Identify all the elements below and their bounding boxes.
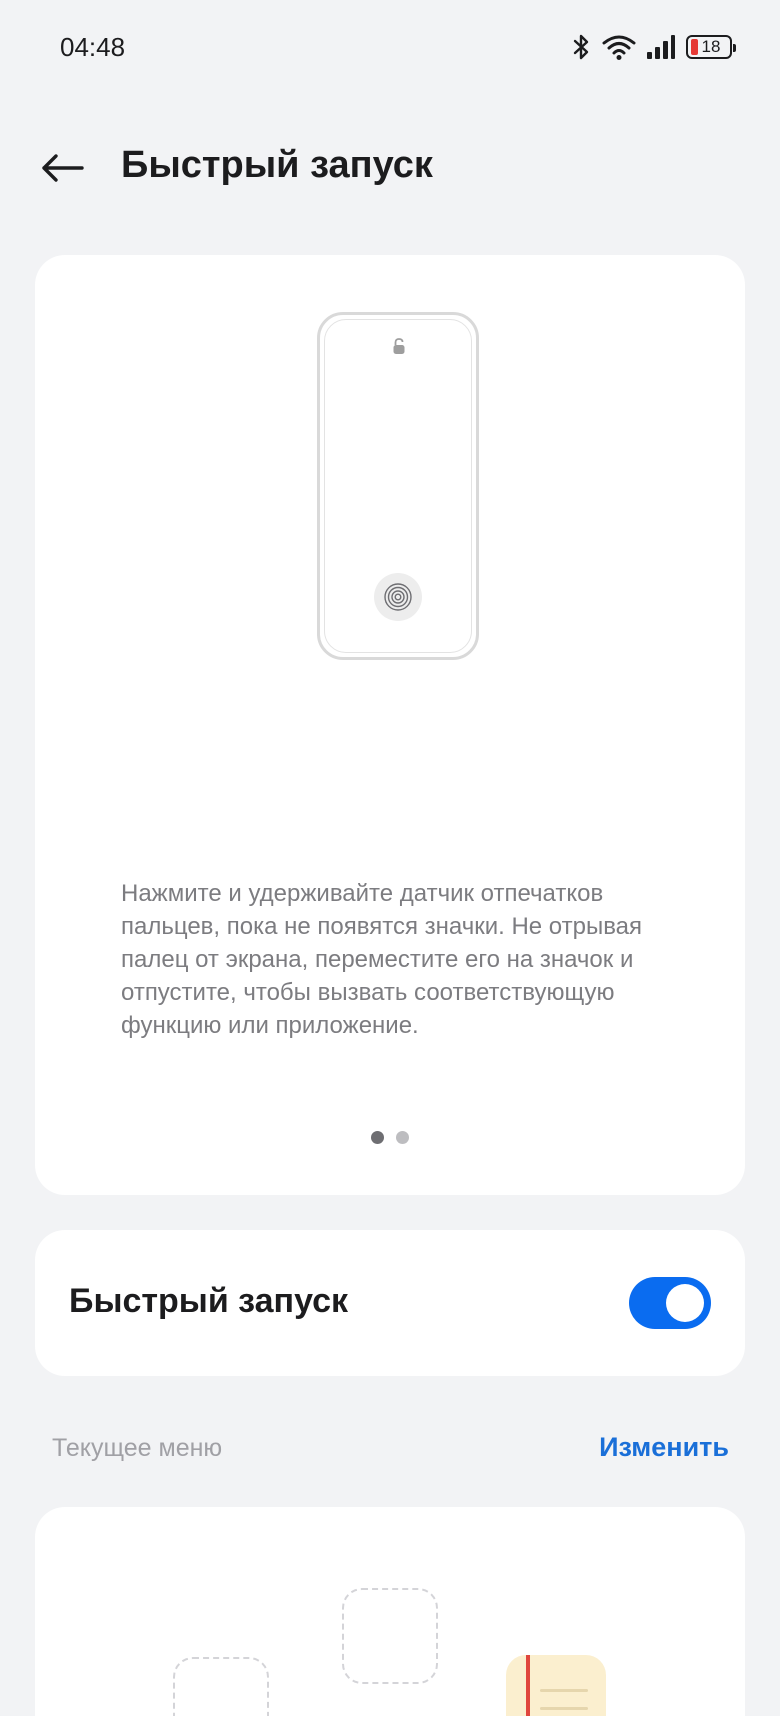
back-button[interactable] bbox=[36, 142, 88, 194]
status-bar: 04:48 18 bbox=[0, 0, 780, 96]
status-time: 04:48 bbox=[60, 32, 126, 62]
menu-preview-card bbox=[35, 1507, 745, 1716]
current-menu-title: Текущее меню bbox=[52, 1434, 223, 1462]
lock-icon bbox=[392, 337, 406, 360]
quick-launch-toggle[interactable] bbox=[629, 1277, 711, 1329]
page-title: Быстрый запуск bbox=[121, 144, 433, 186]
header: Быстрый запуск bbox=[0, 120, 780, 216]
empty-slot[interactable] bbox=[342, 1588, 438, 1684]
page-indicator[interactable] bbox=[35, 1131, 745, 1144]
current-menu-header: Текущее меню Изменить bbox=[0, 1428, 780, 1468]
arrow-left-icon bbox=[42, 154, 84, 182]
signal-icon bbox=[646, 34, 676, 60]
fingerprint-icon bbox=[374, 573, 422, 621]
notes-app-icon[interactable] bbox=[506, 1655, 606, 1716]
toggle-knob bbox=[666, 1284, 704, 1322]
quick-launch-label: Быстрый запуск bbox=[69, 1282, 349, 1320]
intro-card: Нажмите и удерживайте датчик отпечатков … bbox=[35, 255, 745, 1195]
phone-illustration bbox=[317, 312, 479, 660]
battery-icon: 18 bbox=[686, 35, 736, 59]
status-icons: 18 bbox=[572, 30, 736, 64]
quick-launch-card: Быстрый запуск bbox=[35, 1230, 745, 1376]
bluetooth-icon bbox=[572, 33, 592, 61]
wifi-icon bbox=[602, 33, 636, 61]
empty-slot[interactable] bbox=[173, 1657, 269, 1716]
edit-button[interactable]: Изменить bbox=[599, 1432, 729, 1463]
page-dot-1[interactable] bbox=[371, 1131, 384, 1144]
battery-level: 18 bbox=[701, 37, 721, 56]
page-dot-2[interactable] bbox=[396, 1131, 409, 1144]
intro-description: Нажмите и удерживайте датчик отпечатков … bbox=[121, 880, 643, 1039]
